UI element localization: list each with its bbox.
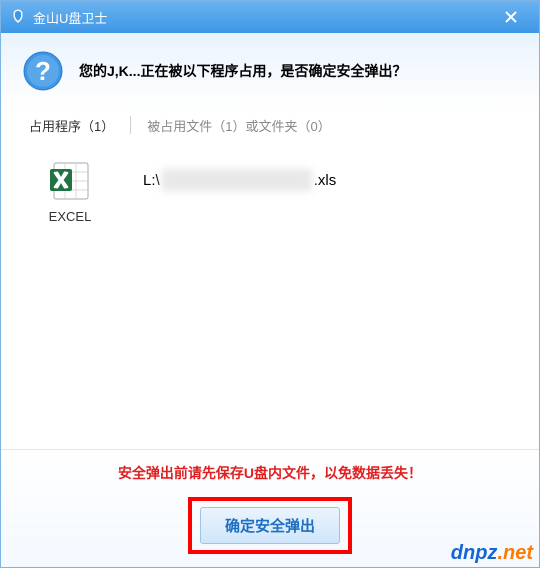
question-icon: ? <box>23 51 63 91</box>
tabs-row: 占用程序（1） 被占用文件（1）或文件夹（0） <box>1 109 539 141</box>
watermark: dnpz.net <box>451 543 533 563</box>
warning-text: 安全弹出前请先保存U盘内文件，以免数据丢失！ <box>118 463 422 483</box>
app-icon <box>9 8 27 26</box>
program-item: EXCEL <box>25 159 115 224</box>
file-path-suffix: .xls <box>314 172 337 189</box>
footer: 安全弹出前请先保存U盘内文件，以免数据丢失！ 确定安全弹出 dnpz.net <box>1 449 539 567</box>
file-path: L:\ .xls <box>143 169 336 191</box>
tab-files[interactable]: 被占用文件（1）或文件夹（0） <box>137 112 340 139</box>
confirm-eject-button[interactable]: 确定安全弹出 <box>200 507 340 544</box>
file-name-censored <box>162 169 312 191</box>
dialog-window: 金山U盘卫士 ? 您的J,K...正在被以下程序占用，是否确定安全弹出？ 占用程… <box>0 0 540 568</box>
svg-text:?: ? <box>35 56 51 86</box>
content-area: EXCEL L:\ .xls <box>1 141 539 449</box>
titlebar-title: 金山U盘卫士 <box>33 8 487 27</box>
main-message: 您的J,K...正在被以下程序占用，是否确定安全弹出？ <box>79 61 406 81</box>
tab-divider <box>130 116 131 134</box>
dnpz-watermark: dnpz.net <box>451 543 533 563</box>
header-section: ? 您的J,K...正在被以下程序占用，是否确定安全弹出？ <box>1 33 539 109</box>
program-label: EXCEL <box>49 209 92 224</box>
confirm-highlight: 确定安全弹出 <box>188 497 352 554</box>
file-path-prefix: L:\ <box>143 172 160 189</box>
close-button[interactable] <box>487 5 535 29</box>
tab-programs[interactable]: 占用程序（1） <box>19 112 124 139</box>
excel-icon <box>48 159 92 203</box>
titlebar: 金山U盘卫士 <box>1 1 539 33</box>
